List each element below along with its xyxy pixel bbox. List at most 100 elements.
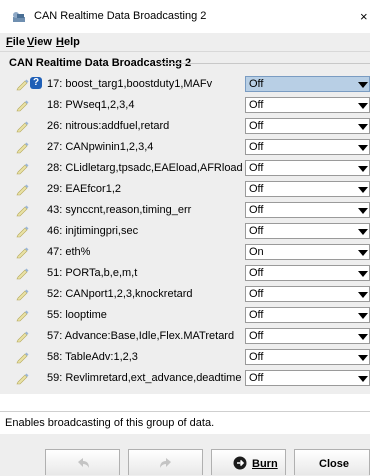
setting-row: 55: looptime Off (0, 306, 370, 325)
broadcast-select-value: Off (249, 225, 264, 237)
setting-label: 18: PWseq1,2,3,4 (47, 99, 135, 111)
chevron-down-icon (358, 187, 368, 193)
setting-row: 58: TableAdv:1,2,3 Off (0, 348, 370, 367)
broadcast-select[interactable]: Off (245, 76, 370, 92)
undo-icon (78, 458, 89, 468)
broadcast-select-value: Off (249, 78, 264, 90)
broadcast-select[interactable]: Off (245, 349, 370, 365)
burn-button[interactable]: Burn (211, 449, 286, 475)
broadcast-select-value: Off (249, 288, 264, 300)
setting-row: 26: nitrous:addfuel,retard Off (0, 117, 370, 136)
broadcast-select-value: Off (249, 204, 264, 216)
setting-label: 59: Revlimretard,ext_advance,deadtime (47, 372, 242, 384)
edit-icon[interactable] (16, 308, 30, 322)
group-border (160, 63, 370, 64)
edit-icon[interactable] (16, 245, 30, 259)
close-label: Close (319, 458, 349, 470)
window-title: CAN Realtime Data Broadcasting 2 (34, 10, 207, 22)
close-button[interactable]: Close (294, 449, 370, 475)
chevron-down-icon (358, 292, 368, 298)
broadcast-select[interactable]: Off (245, 97, 370, 113)
broadcast-select[interactable]: Off (245, 307, 370, 323)
undo-button[interactable] (45, 449, 120, 475)
edit-icon[interactable] (16, 224, 30, 238)
chevron-down-icon (358, 145, 368, 151)
menu-file-label: File (6, 36, 25, 48)
broadcast-select[interactable]: Off (245, 286, 370, 302)
edit-icon[interactable] (16, 203, 30, 217)
help-icon[interactable]: ? (30, 77, 42, 89)
setting-label: 57: Advance:Base,Idle,Flex.MATretard (47, 330, 235, 342)
edit-icon[interactable] (16, 371, 30, 385)
setting-row: 51: PORTa,b,e,m,t Off (0, 264, 370, 283)
broadcast-select-value: Off (249, 183, 264, 195)
broadcast-select[interactable]: Off (245, 328, 370, 344)
menu-file[interactable]: File (6, 36, 25, 48)
setting-row: 43: synccnt,reason,timing_err Off (0, 201, 370, 220)
chevron-down-icon (358, 376, 368, 382)
edit-icon[interactable] (16, 266, 30, 280)
setting-row: 46: injtimingpri,sec Off (0, 222, 370, 241)
menu-help[interactable]: Help (56, 36, 80, 48)
setting-row: 59: Revlimretard,ext_advance,deadtime Of… (0, 369, 370, 388)
setting-label: 52: CANport1,2,3,knockretard (47, 288, 193, 300)
edit-icon[interactable] (16, 119, 30, 133)
broadcast-select-value: Off (249, 141, 264, 153)
broadcast-select[interactable]: Off (245, 160, 370, 176)
broadcast-select[interactable]: On (245, 244, 370, 260)
burn-label: Burn (252, 458, 278, 470)
redo-button[interactable] (128, 449, 203, 475)
broadcast-select[interactable]: Off (245, 223, 370, 239)
broadcast-select[interactable]: Off (245, 202, 370, 218)
broadcast-select-value: Off (249, 120, 264, 132)
edit-icon[interactable] (16, 350, 30, 364)
setting-label: 46: injtimingpri,sec (47, 225, 139, 237)
broadcast-select-value: Off (249, 162, 264, 174)
setting-row: 29: EAEfcor1,2 Off (0, 180, 370, 199)
chevron-down-icon (358, 334, 368, 340)
broadcast-select-value: Off (249, 372, 264, 384)
title-bar[interactable]: CAN Realtime Data Broadcasting 2 × (0, 0, 370, 33)
edit-icon[interactable] (16, 329, 30, 343)
edit-icon[interactable] (16, 182, 30, 196)
redo-icon (160, 458, 171, 468)
close-window-button[interactable]: × (360, 9, 368, 24)
chevron-down-icon (358, 250, 368, 256)
edit-icon[interactable] (16, 161, 30, 175)
broadcast-select[interactable]: Off (245, 370, 370, 386)
status-bar: Enables broadcasting of this group of da… (0, 411, 370, 435)
menu-view[interactable]: View (27, 36, 52, 48)
setting-label: 51: PORTa,b,e,m,t (47, 267, 138, 279)
menu-bar: File View Help (0, 33, 370, 52)
setting-label: 26: nitrous:addfuel,retard (47, 120, 170, 132)
broadcast-select-value: Off (249, 309, 264, 321)
app-icon (13, 12, 25, 22)
setting-row: 57: Advance:Base,Idle,Flex.MATretard Off (0, 327, 370, 346)
chevron-down-icon (358, 82, 368, 88)
chevron-down-icon (358, 124, 368, 130)
chevron-down-icon (358, 229, 368, 235)
edit-icon[interactable] (16, 98, 30, 112)
menu-view-label: View (27, 36, 52, 48)
chevron-down-icon (358, 271, 368, 277)
broadcast-select[interactable]: Off (245, 118, 370, 134)
setting-row: 28: CLidletarg,tpsadc,EAEload,AFRload Of… (0, 159, 370, 178)
menu-help-label: Help (56, 36, 80, 48)
setting-label: 55: looptime (47, 309, 107, 321)
edit-icon[interactable] (16, 287, 30, 301)
setting-label: 29: EAEfcor1,2 (47, 183, 121, 195)
broadcast-select[interactable]: Off (245, 139, 370, 155)
broadcast-select[interactable]: Off (245, 181, 370, 197)
setting-row: 47: eth% On (0, 243, 370, 262)
setting-label: 17: boost_targ1,boostduty1,MAFv (47, 78, 213, 90)
chevron-down-icon (358, 208, 368, 214)
edit-icon[interactable] (16, 140, 30, 154)
chevron-down-icon (358, 103, 368, 109)
broadcast-select-value: Off (249, 99, 264, 111)
broadcast-select-value: Off (249, 330, 264, 342)
setting-label: 47: eth% (47, 246, 91, 258)
broadcast-select[interactable]: Off (245, 265, 370, 281)
status-text: Enables broadcasting of this group of da… (5, 417, 215, 429)
setting-label: 43: synccnt,reason,timing_err (47, 204, 192, 216)
edit-icon[interactable] (16, 77, 30, 91)
